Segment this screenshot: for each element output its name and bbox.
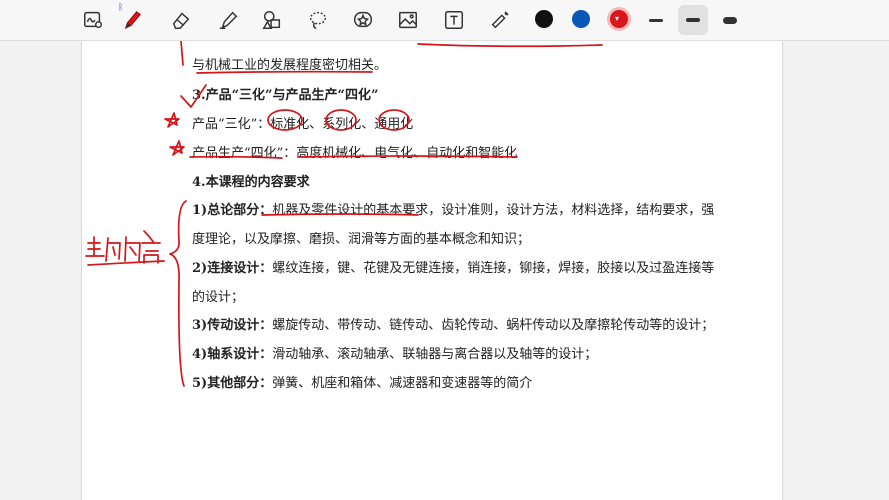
- stroke-width-medium[interactable]: [678, 5, 708, 35]
- doc-item-4-head: 4)轴系设计：: [192, 347, 273, 362]
- highlighter-tool-icon[interactable]: [214, 6, 242, 34]
- doc-item-1-head: 1)总论部分：: [192, 203, 273, 218]
- ink-char-2: [105, 237, 121, 262]
- ink-star-1: [164, 112, 180, 128]
- doc-item-5: 5)其他部分：弹簧、机座和箱体、减速器和变速器等的简介: [192, 372, 532, 391]
- color-swatch-black[interactable]: [535, 10, 553, 28]
- pen-tool-icon[interactable]: ᛒ: [118, 3, 146, 34]
- doc-item-1: 1)总论部分：机器及零件设计的基本要求，设计准则，设计方法，材料选择，结构要求，…: [192, 199, 714, 218]
- ink-star-2: [169, 140, 185, 156]
- doc-line-1: 与机械工业的发展程度密切相关。: [192, 58, 388, 73]
- image-tool-icon[interactable]: [394, 6, 422, 34]
- doc-item-4: 4)轴系设计：滑动轴承、滚动轴承、联轴器与离合器以及轴等的设计；: [192, 343, 597, 362]
- stroke-width-thick[interactable]: [715, 5, 745, 35]
- ink-char-4: [141, 230, 161, 264]
- doc-item-3-head: 3)传动设计：: [192, 318, 273, 333]
- stroke-width-thin[interactable]: [641, 5, 671, 35]
- ink-bracket: [169, 200, 187, 387]
- doc-item-3-body: 螺旋传动、带传动、链传动、齿轮传动、蜗杆传动以及摩擦轮传动等的设计；: [272, 318, 715, 333]
- doc-item-3: 3)传动设计：螺旋传动、带传动、链传动、齿轮传动、蜗杆传动以及摩擦轮传动等的设计…: [192, 314, 714, 333]
- ink-underline-handwriting: [87, 260, 165, 266]
- doc-item-1-body: 机器及零件设计的基本要求，设计准则，设计方法，材料选择，结构要求，强: [272, 203, 715, 218]
- doc-item-2-cont: 的设计；: [192, 290, 245, 305]
- doc-item-4-body: 滑动轴承、滚动轴承、联轴器与离合器以及轴等的设计；: [272, 347, 598, 362]
- doc-item-2-head: 2)连接设计：: [192, 261, 273, 276]
- doc-heading-4: 4.本课程的内容要求: [192, 175, 310, 190]
- color-swatch-blue[interactable]: [572, 10, 590, 28]
- ink-char-3: [124, 236, 141, 262]
- lasso-tool-icon[interactable]: [304, 6, 332, 34]
- doc-line-four-modernizations: 产品生产“四化”：高度机械化、电气化、自动化和智能化: [192, 146, 518, 161]
- handwriting-tool-icon[interactable]: [79, 6, 107, 34]
- ink-underline-top: [417, 43, 603, 48]
- doc-item-2-body: 螺纹连接，键、花键及无键连接，销连接，铆接，焊接，胶接以及过盈连接等: [272, 261, 715, 276]
- chevron-down-icon: ▾: [615, 14, 620, 23]
- eraser-tool-icon[interactable]: [167, 6, 195, 34]
- color-swatch-red[interactable]: ▾: [610, 10, 628, 28]
- ink-stroke-top: [180, 41, 184, 66]
- ink-char-1: [85, 236, 105, 257]
- doc-line-three-standards: 产品“三化”：标准化、系列化、通用化: [192, 117, 414, 132]
- shapes-tool-icon[interactable]: [258, 6, 286, 34]
- doc-item-5-head: 5)其他部分：: [192, 376, 273, 391]
- laser-pointer-tool-icon[interactable]: [486, 6, 514, 34]
- doc-heading-3: 3.产品“三化”与产品生产“四化”: [192, 88, 379, 103]
- text-tool-icon[interactable]: [440, 6, 468, 34]
- bluetooth-icon: ᛒ: [118, 3, 124, 13]
- doc-item-1-cont: 度理论，以及摩擦、磨损、润滑等方面的基本概念和知识；: [192, 232, 531, 247]
- doc-item-5-body: 弹簧、机座和箱体、减速器和变速器等的简介: [272, 376, 533, 391]
- doc-item-2: 2)连接设计：螺纹连接，键、花键及无键连接，销连接，铆接，焊接，胶接以及过盈连接…: [192, 257, 714, 276]
- toolbar: ᛒ ▾: [0, 0, 889, 41]
- sticker-tool-icon[interactable]: [349, 6, 377, 34]
- document-page[interactable]: 与机械工业的发展程度密切相关。 3.产品“三化”与产品生产“四化” 产品“三化”…: [81, 41, 783, 500]
